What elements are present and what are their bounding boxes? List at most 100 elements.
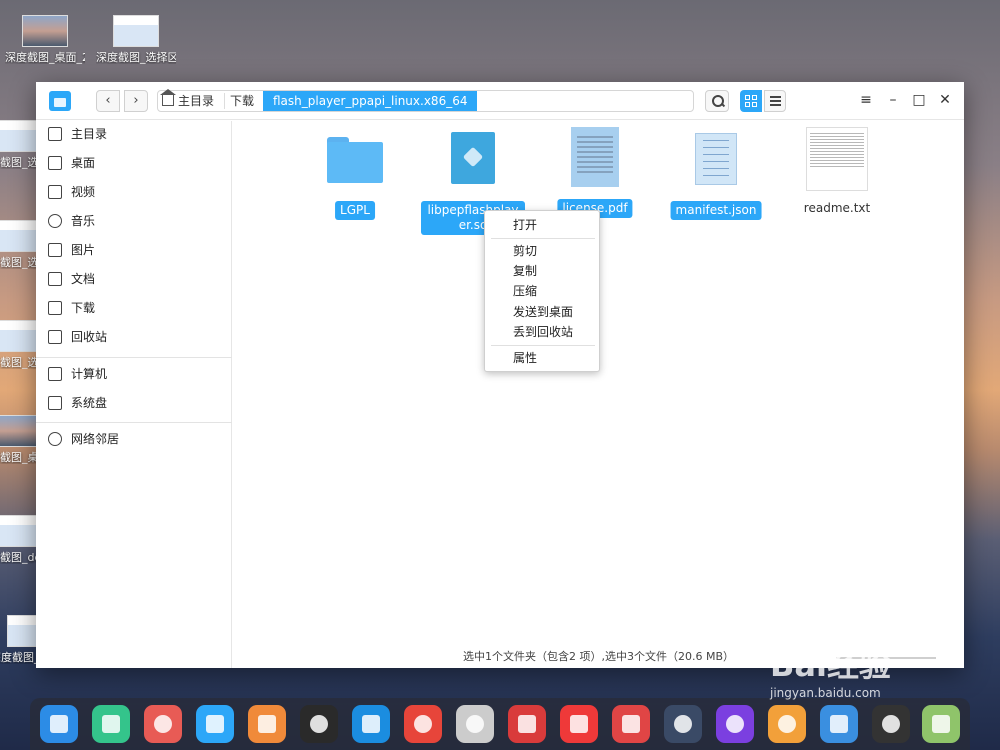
- desktop-file-label: 深度截图_桌面_20...: [5, 51, 85, 64]
- file-manager-icon: [49, 91, 71, 111]
- sidebar-item-music[interactable]: 音乐: [36, 208, 232, 234]
- file-name: readme.txt: [803, 201, 871, 215]
- sidebar-item-label: 系统盘: [71, 396, 108, 410]
- image-thumbnail-icon: [0, 220, 41, 252]
- breadcrumb-current[interactable]: flash_player_ppapi_linux.x86_64: [263, 91, 478, 111]
- file-name: manifest.json: [670, 201, 762, 220]
- watermark-sub: jingyan.baidu.com: [770, 686, 881, 700]
- image-thumbnail-icon: [22, 15, 68, 47]
- breadcrumb-downloads[interactable]: 下载: [230, 91, 254, 111]
- sidebar-divider: [36, 357, 232, 358]
- json-file-icon: [695, 133, 737, 185]
- tray-icon-2[interactable]: [820, 705, 858, 743]
- sidebar-item-downloads[interactable]: 下载: [36, 295, 232, 321]
- search-button[interactable]: [705, 90, 729, 112]
- menu-item-compress[interactable]: 压缩: [485, 281, 601, 301]
- menu-button[interactable]: ≡: [859, 93, 873, 107]
- sidebar-item-home[interactable]: 主目录: [36, 121, 232, 147]
- menu-item-properties[interactable]: 属性: [485, 348, 601, 368]
- breadcrumb-separator: [224, 93, 225, 109]
- music-player-icon[interactable]: [300, 705, 338, 743]
- document-icon: [48, 272, 62, 286]
- sidebar-item-pictures[interactable]: 图片: [36, 237, 232, 263]
- desktop-icon: [48, 156, 62, 170]
- image-thumbnail-icon: [0, 120, 41, 152]
- text-file-icon: [806, 127, 868, 191]
- settings-icon[interactable]: [456, 705, 494, 743]
- picture-icon: [48, 243, 62, 257]
- minimize-button[interactable]: –: [886, 93, 900, 107]
- disk-icon: [48, 396, 62, 410]
- watermark-text: Bai经验: [770, 646, 891, 684]
- close-button[interactable]: ✕: [938, 93, 952, 107]
- sidebar-item-computer[interactable]: 计算机: [36, 361, 232, 387]
- sidebar-item-label: 文档: [71, 272, 96, 286]
- desktop-file[interactable]: 深度截图_桌面_20...: [5, 15, 85, 64]
- menu-divider: [491, 238, 595, 239]
- image-thumbnail-icon: [0, 415, 41, 447]
- screenshot-icon[interactable]: [612, 705, 650, 743]
- watermark: Bai经验 jingyan.baidu.com: [770, 640, 891, 700]
- computer-icon: [48, 367, 62, 381]
- chrome-icon[interactable]: [404, 705, 442, 743]
- back-button[interactable]: ‹: [96, 90, 120, 112]
- sidebar-item-trash[interactable]: 回收站: [36, 324, 232, 350]
- sidebar-divider: [36, 422, 232, 423]
- sidebar-item-label: 主目录: [71, 127, 108, 141]
- trash-bin-icon[interactable]: [922, 705, 960, 743]
- pdf-icon: [571, 127, 619, 187]
- titlebar: ‹ › 主目录 下载 flash_player_ppapi_linux.x86_…: [36, 82, 964, 120]
- sidebar-item-label: 网络邻居: [71, 432, 120, 446]
- file-view[interactable]: LGPL libpepflashplayer.so license.pdf ma…: [233, 121, 964, 668]
- maximize-button[interactable]: □: [912, 93, 926, 107]
- menu-item-send-to-desktop[interactable]: 发送到桌面: [485, 302, 601, 322]
- download-icon: [48, 301, 62, 315]
- app-store-icon[interactable]: [248, 705, 286, 743]
- file-name: LGPL: [335, 201, 375, 220]
- folder-icon: [327, 137, 383, 183]
- home-icon: [48, 127, 62, 141]
- terminal-icon[interactable]: [508, 705, 546, 743]
- launcher-icon[interactable]: [40, 705, 78, 743]
- video-icon: [48, 185, 62, 199]
- sidebar-item-label: 图片: [71, 243, 96, 257]
- sidebar-item-system-disk[interactable]: 系统盘: [36, 390, 232, 416]
- breadcrumb-home[interactable]: 主目录: [160, 89, 214, 111]
- sidebar: 主目录 桌面 视频 音乐 图片 文档 下载 回收站 计算机 系统盘 网络邻居: [36, 121, 232, 668]
- file-manager-window: ‹ › 主目录 下载 flash_player_ppapi_linux.x86_…: [36, 82, 964, 668]
- sidebar-item-label: 下载: [71, 301, 96, 315]
- sidebar-item-videos[interactable]: 视频: [36, 179, 232, 205]
- tray-icon-1[interactable]: [768, 705, 806, 743]
- music-icon: [48, 214, 62, 228]
- file-manager-icon[interactable]: [196, 705, 234, 743]
- video-player-icon[interactable]: [352, 705, 390, 743]
- terminal-app-icon[interactable]: [92, 705, 130, 743]
- menu-item-move-to-trash[interactable]: 丢到回收站: [485, 322, 601, 342]
- clock-icon[interactable]: [872, 705, 910, 743]
- menu-item-cut[interactable]: 剪切: [485, 241, 601, 261]
- shared-library-icon: [451, 132, 495, 184]
- sidebar-item-documents[interactable]: 文档: [36, 266, 232, 292]
- image-thumbnail-icon: [113, 15, 159, 47]
- screen-recorder-icon[interactable]: [144, 705, 182, 743]
- sidebar-item-label: 视频: [71, 185, 96, 199]
- list-view-button[interactable]: [764, 90, 786, 112]
- keyboard-icon[interactable]: [664, 705, 702, 743]
- desktop-file[interactable]: 深度截图_选择区...: [96, 15, 176, 64]
- sidebar-item-label: 计算机: [71, 367, 108, 381]
- menu-item-open[interactable]: 打开: [485, 215, 601, 235]
- network-icon: [48, 432, 62, 446]
- icon-view-button[interactable]: [740, 90, 762, 112]
- menu-divider: [491, 345, 595, 346]
- sidebar-item-label: 回收站: [71, 330, 108, 344]
- sidebar-item-network[interactable]: 网络邻居: [36, 426, 232, 452]
- image-thumbnail-icon: [0, 320, 41, 352]
- menu-item-copy[interactable]: 复制: [485, 261, 601, 281]
- forward-button[interactable]: ›: [124, 90, 148, 112]
- image-thumbnail-icon: [0, 515, 41, 547]
- power-icon[interactable]: [716, 705, 754, 743]
- home-icon: [160, 89, 176, 106]
- sidebar-item-desktop[interactable]: 桌面: [36, 150, 232, 176]
- vivaldi-icon[interactable]: [560, 705, 598, 743]
- context-menu: 打开 剪切 复制 压缩 发送到桌面 丢到回收站 属性: [484, 210, 600, 372]
